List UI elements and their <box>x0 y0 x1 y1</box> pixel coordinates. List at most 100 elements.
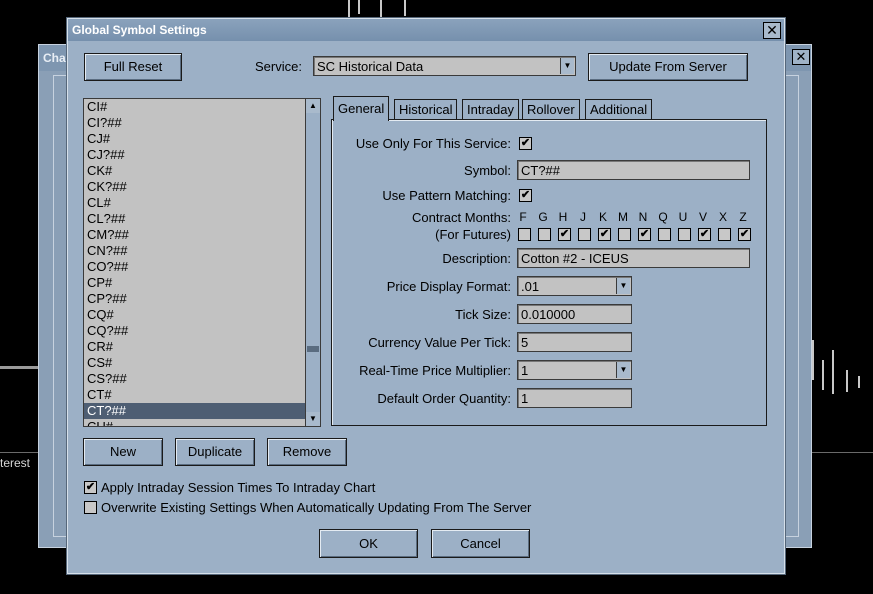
month-checkbox[interactable]: ✔ <box>638 228 651 241</box>
month-checkbox[interactable] <box>678 228 691 241</box>
new-button[interactable]: New <box>83 438 163 466</box>
global-symbol-settings-dialog: Global Symbol Settings ✕ Full Reset Serv… <box>67 18 785 574</box>
list-item[interactable]: CT# <box>84 387 320 403</box>
update-from-server-button[interactable]: Update From Server <box>588 53 748 81</box>
symbol-field[interactable]: CT?## <box>517 160 750 180</box>
list-item[interactable]: CU# <box>84 419 320 426</box>
price-format-value: .01 <box>521 279 540 294</box>
month-letter: F <box>519 210 527 224</box>
scroll-down-icon[interactable]: ▼ <box>306 412 320 426</box>
description-label: Description: <box>442 251 511 266</box>
month-letter: J <box>580 210 586 224</box>
tick-size-label: Tick Size: <box>455 307 511 322</box>
overwrite-label: Overwrite Existing Settings When Automat… <box>101 500 532 515</box>
order-quantity-label: Default Order Quantity: <box>377 391 511 406</box>
month-letter: N <box>638 210 648 224</box>
currency-per-tick-label: Currency Value Per Tick: <box>368 335 511 350</box>
month-checkbox[interactable] <box>538 228 551 241</box>
list-item[interactable]: CK?## <box>84 179 320 195</box>
list-item[interactable]: CK# <box>84 163 320 179</box>
use-only-checkbox[interactable]: ✔ <box>519 137 532 150</box>
list-item[interactable]: CO?## <box>84 259 320 275</box>
tab-rollover[interactable]: Rollover <box>522 99 580 120</box>
dialog-title: Global Symbol Settings <box>72 23 207 37</box>
tab-general[interactable]: General <box>333 96 390 121</box>
pattern-matching-checkbox[interactable]: ✔ <box>519 189 532 202</box>
tick-size-field[interactable]: 0.010000 <box>517 304 632 324</box>
month-letter: X <box>718 210 727 224</box>
month-letter: H <box>558 210 568 224</box>
remove-button[interactable]: Remove <box>267 438 347 466</box>
month-checkbox[interactable]: ✔ <box>738 228 751 241</box>
month-checkbox[interactable]: ✔ <box>558 228 571 241</box>
contract-months-label: Contract Months: <box>412 210 511 225</box>
price-format-label: Price Display Format: <box>386 279 511 294</box>
duplicate-button[interactable]: Duplicate <box>175 438 255 466</box>
tab-historical[interactable]: Historical <box>394 99 458 120</box>
chevron-down-icon[interactable]: ▼ <box>616 278 630 294</box>
service-select[interactable]: SC Historical Data ▼ <box>313 56 576 76</box>
month-checkbox[interactable]: ✔ <box>698 228 711 241</box>
currency-per-tick-field[interactable]: 5 <box>517 332 632 352</box>
list-item[interactable]: CM?## <box>84 227 320 243</box>
price-multiplier-label: Real-Time Price Multiplier: <box>359 363 511 378</box>
list-item[interactable]: CL# <box>84 195 320 211</box>
list-item[interactable]: CL?## <box>84 211 320 227</box>
list-item[interactable]: CI?## <box>84 115 320 131</box>
list-item[interactable]: CJ?## <box>84 147 320 163</box>
list-item[interactable]: CP# <box>84 275 320 291</box>
list-item[interactable]: CI# <box>84 99 320 115</box>
month-letter: V <box>698 210 707 224</box>
dialog-titlebar: Global Symbol Settings ✕ <box>68 19 784 41</box>
close-icon[interactable]: ✕ <box>763 22 781 39</box>
service-label: Service: <box>255 59 302 74</box>
month-checkbox[interactable] <box>718 228 731 241</box>
month-letter: K <box>598 210 607 224</box>
list-item[interactable]: CN?## <box>84 243 320 259</box>
service-select-value: SC Historical Data <box>317 59 424 74</box>
month-letter: Q <box>658 210 668 224</box>
list-item[interactable]: CR# <box>84 339 320 355</box>
tab-intraday[interactable]: Intraday <box>462 99 519 120</box>
background-close-icon[interactable]: ✕ <box>792 49 810 65</box>
month-checkbox[interactable]: ✔ <box>598 228 611 241</box>
list-item[interactable]: CS?## <box>84 371 320 387</box>
symbol-label: Symbol: <box>464 163 511 178</box>
chevron-down-icon[interactable]: ▼ <box>560 58 574 74</box>
full-reset-button[interactable]: Full Reset <box>84 53 182 81</box>
apply-session-label: Apply Intraday Session Times To Intraday… <box>101 480 376 495</box>
price-format-select[interactable]: .01 ▼ <box>517 276 632 296</box>
chevron-down-icon[interactable]: ▼ <box>616 362 630 378</box>
month-letter: U <box>678 210 688 224</box>
list-item[interactable]: CQ# <box>84 307 320 323</box>
month-letter: Z <box>739 210 747 224</box>
cancel-button[interactable]: Cancel <box>431 529 530 558</box>
overwrite-checkbox[interactable] <box>84 501 97 514</box>
apply-session-checkbox[interactable]: ✔ <box>84 481 97 494</box>
pattern-matching-label: Use Pattern Matching: <box>382 188 511 203</box>
list-item[interactable]: CT?## <box>84 403 320 419</box>
month-letter: G <box>538 210 548 224</box>
list-item[interactable]: CS# <box>84 355 320 371</box>
month-checkbox[interactable] <box>518 228 531 241</box>
scroll-thumb[interactable] <box>307 346 319 352</box>
month-checkbox[interactable] <box>618 228 631 241</box>
symbol-list[interactable]: CI# CI?## CJ# CJ?## CK# CK?## CL# CL?## CM?## CN?… <box>83 98 321 427</box>
price-multiplier-select[interactable]: 1 ▼ <box>517 360 632 380</box>
month-checkbox[interactable] <box>658 228 671 241</box>
list-item[interactable]: CJ# <box>84 131 320 147</box>
use-only-label: Use Only For This Service: <box>355 136 511 151</box>
month-letter: M <box>618 210 628 224</box>
description-field[interactable]: Cotton #2 - ICEUS <box>517 248 750 268</box>
list-item[interactable]: CQ?## <box>84 323 320 339</box>
ok-button[interactable]: OK <box>319 529 418 558</box>
list-item[interactable]: CP?## <box>84 291 320 307</box>
order-quantity-field[interactable]: 1 <box>517 388 632 408</box>
bg-side-text: terest <box>0 456 31 470</box>
scroll-up-icon[interactable]: ▲ <box>306 99 320 113</box>
month-checkbox[interactable] <box>578 228 591 241</box>
symbol-list-scrollbar[interactable]: ▲ ▼ <box>305 99 320 426</box>
tab-additional[interactable]: Additional <box>585 99 653 120</box>
price-multiplier-value: 1 <box>521 363 529 378</box>
for-futures-label: (For Futures) <box>435 227 511 242</box>
